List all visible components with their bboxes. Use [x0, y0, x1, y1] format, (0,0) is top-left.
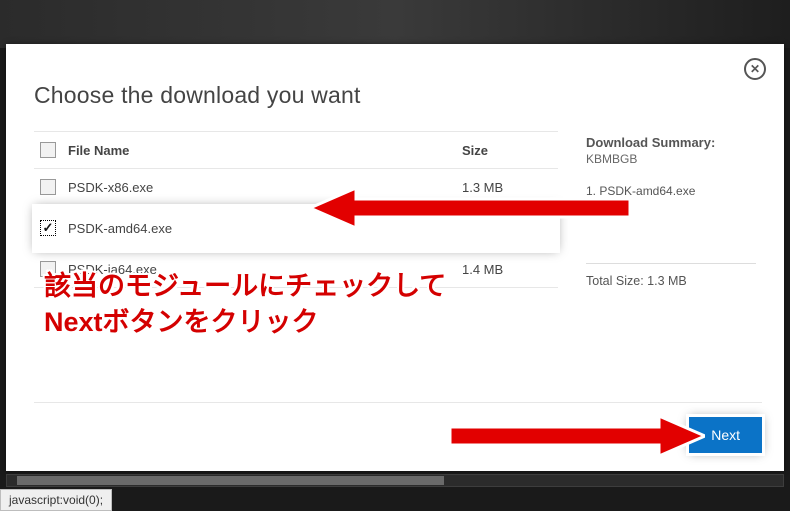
summary-subtitle: KBMBGB [586, 152, 756, 166]
file-name: PSDK-amd64.exe [68, 221, 450, 236]
horizontal-scrollbar[interactable] [6, 474, 784, 487]
close-button[interactable]: ✕ [744, 58, 766, 80]
file-list-header: File Name Size [34, 131, 558, 169]
select-all-checkbox[interactable] [40, 142, 56, 158]
status-bar: javascript:void(0); [0, 489, 112, 511]
file-name: PSDK-ia64.exe [68, 262, 450, 277]
dialog-title: Choose the download you want [34, 82, 756, 109]
dialog-footer: Next [34, 402, 762, 453]
file-row[interactable]: PSDK-x86.exe 1.3 MB [34, 169, 558, 206]
close-icon: ✕ [750, 63, 760, 75]
file-size: 1.3 MB [462, 180, 552, 195]
download-dialog: ✕ Choose the download you want File Name… [6, 44, 784, 471]
summary-divider [586, 263, 756, 264]
file-name: PSDK-x86.exe [68, 180, 450, 195]
dialog-content: File Name Size PSDK-x86.exe 1.3 MB PSDK-… [34, 131, 756, 288]
file-list: File Name Size PSDK-x86.exe 1.3 MB PSDK-… [34, 131, 558, 288]
file-row[interactable]: PSDK-amd64.exe [34, 206, 558, 251]
col-header-name: File Name [68, 143, 450, 158]
file-checkbox[interactable] [40, 179, 56, 195]
summary-total: Total Size: 1.3 MB [586, 274, 756, 288]
download-summary: Download Summary: KBMBGB 1. PSDK-amd64.e… [586, 131, 756, 288]
summary-title: Download Summary: [586, 135, 756, 150]
background-strip [0, 0, 790, 48]
file-row[interactable]: PSDK-ia64.exe 1.4 MB [34, 251, 558, 288]
col-header-size: Size [462, 143, 552, 158]
summary-item: 1. PSDK-amd64.exe [586, 184, 756, 198]
file-checkbox[interactable] [40, 261, 56, 277]
next-button[interactable]: Next [689, 417, 762, 453]
file-size: 1.4 MB [462, 262, 552, 277]
scrollbar-thumb[interactable] [17, 476, 444, 485]
file-checkbox[interactable] [40, 220, 56, 236]
